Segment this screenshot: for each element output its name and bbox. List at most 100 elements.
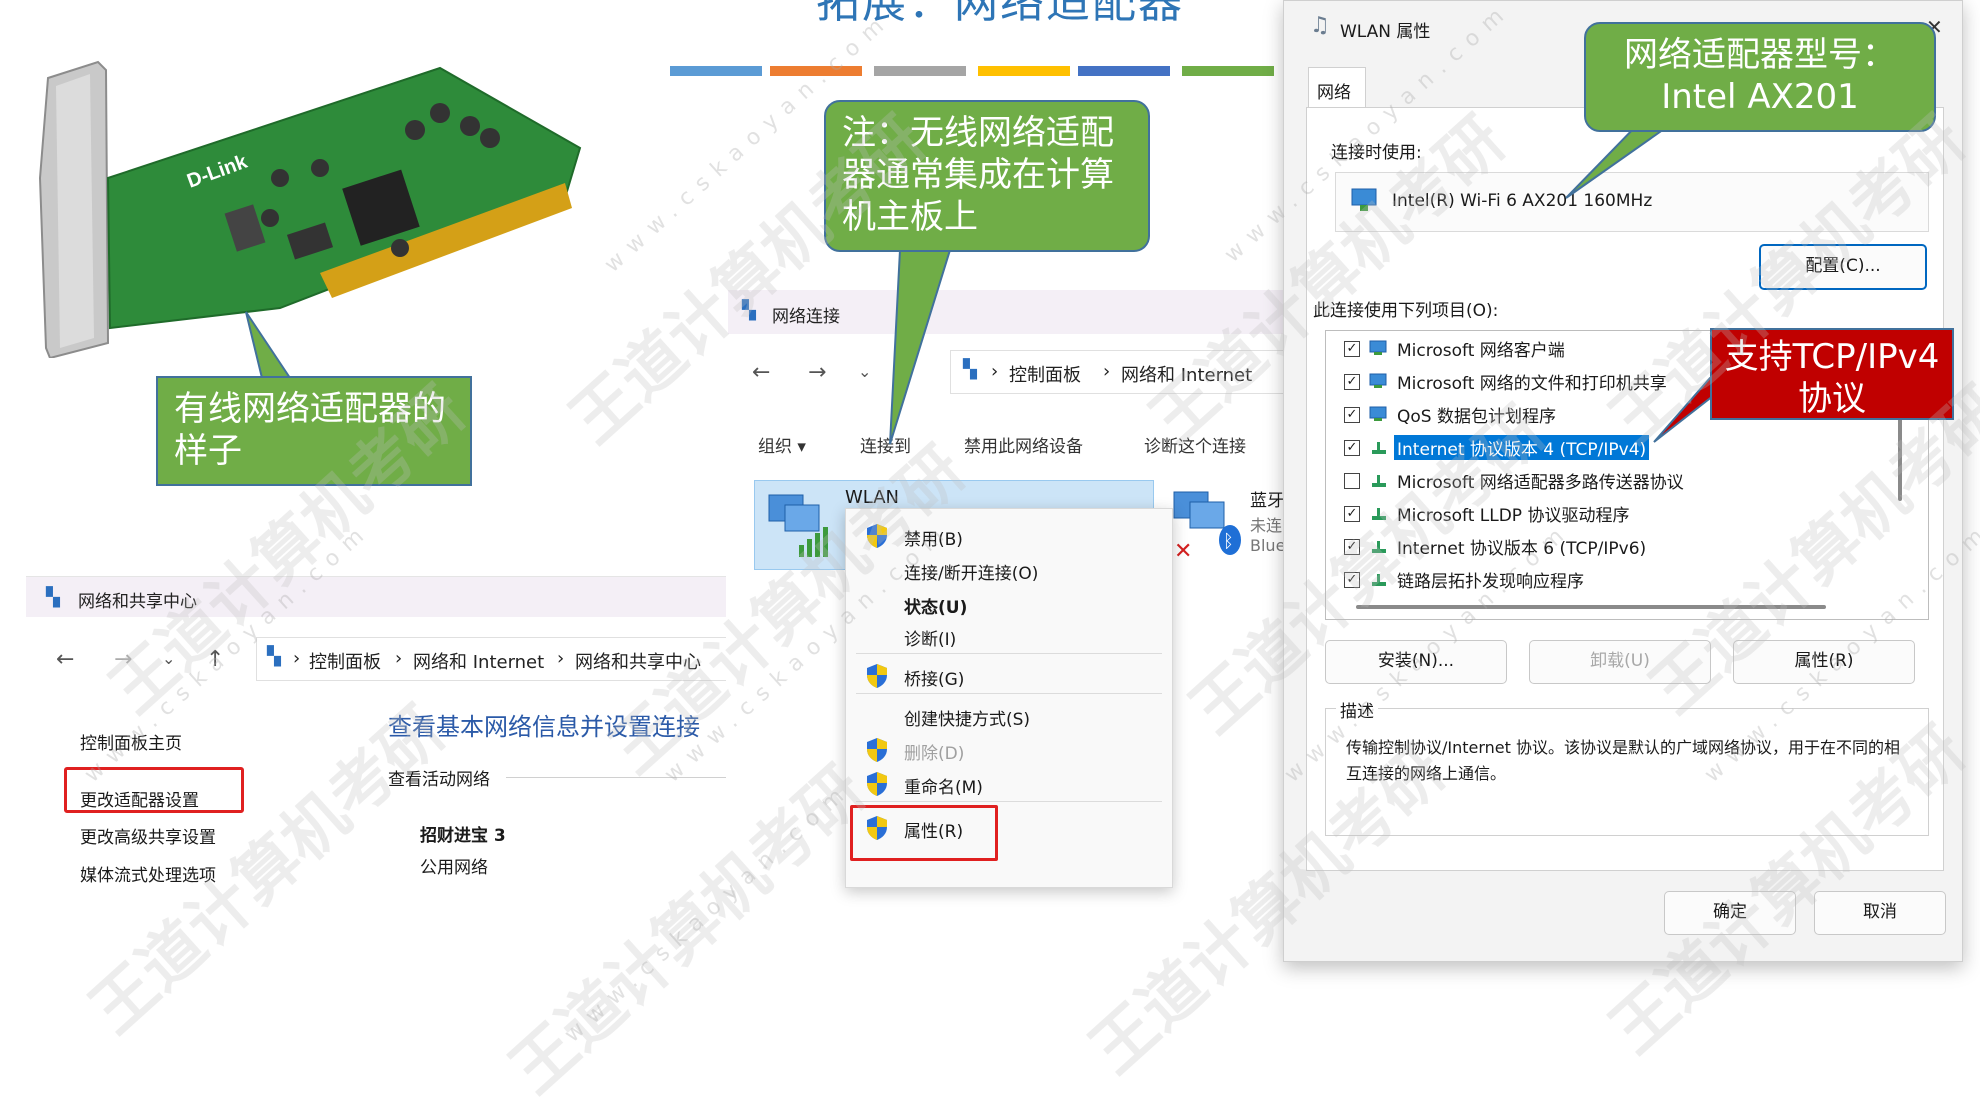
checkbox-checked[interactable]: ✓ <box>1344 407 1360 423</box>
configure-button[interactable]: 配置(C)... <box>1759 244 1927 290</box>
checkbox-checked[interactable]: ✓ <box>1344 374 1360 390</box>
active-networks-rule <box>506 777 726 778</box>
install-button[interactable]: 安装(N)... <box>1325 640 1507 684</box>
up-arrow-icon[interactable]: ↑ <box>206 647 224 672</box>
forward-arrow-icon[interactable]: → <box>114 647 132 672</box>
net-conn-title: 网络连接 <box>772 307 840 327</box>
tab-network[interactable]: 网络 <box>1308 67 1366 109</box>
link-change-adapter-settings[interactable]: 更改适配器设置 <box>80 786 199 811</box>
svg-text:✕: ✕ <box>1174 539 1192 560</box>
address-bar[interactable]: ▚ › 控制面板 › 网络和 Internet <box>950 350 1288 394</box>
description-label: 描述 <box>1336 697 1378 722</box>
component-list-label: Internet 协议版本 6 (TCP/IPv6) <box>1397 539 1647 559</box>
wlan-dialog-title: WLAN 属性 <box>1340 22 1431 42</box>
tab-network-label: 网络 <box>1317 83 1351 103</box>
toolbar-diagnose[interactable]: 诊断这个连接 <box>1144 432 1246 457</box>
callout-integrated-pointer <box>889 249 952 445</box>
network-client-icon <box>1369 373 1387 388</box>
pcb-board <box>106 66 582 330</box>
breadcrumb-sep-icon: › <box>557 648 565 669</box>
control-panel-icon: ▚ <box>267 646 281 667</box>
breadcrumb-control-panel[interactable]: 控制面板 <box>309 648 381 674</box>
wifi-adapter-icon <box>768 494 828 557</box>
checkbox-unchecked[interactable] <box>1344 473 1360 489</box>
component-list-label: 链路层拓扑发现响应程序 <box>1397 572 1584 592</box>
callout-integrated-nic: 注：无线网络适配器通常集成在计算机主板上 <box>824 100 1150 252</box>
tab-panel: 连接时使用: Intel(R) Wi-Fi 6 AX201 160MHz 配置(… <box>1306 107 1944 871</box>
breadcrumb-network-internet[interactable]: 网络和 Internet <box>413 648 544 674</box>
ok-button[interactable]: 确定 <box>1664 891 1796 935</box>
link-control-panel-home[interactable]: 控制面板主页 <box>80 729 182 754</box>
callout-model-pointer <box>1565 121 1678 199</box>
checkbox-checked[interactable]: ✓ <box>1344 539 1360 555</box>
component-list-label: Microsoft 网络的文件和打印机共享 <box>1397 374 1667 394</box>
toolbar-organize[interactable]: 组织 ▾ <box>758 432 806 457</box>
component-list-label: Microsoft 网络适配器多路传送器协议 <box>1397 473 1684 493</box>
component-list-label: Microsoft LLDP 协议驱动程序 <box>1397 506 1630 526</box>
menu-item[interactable]: 连接/断开连接(O) <box>904 559 1038 584</box>
menu-item[interactable]: 诊断(I) <box>904 625 956 650</box>
menu-item: 删除(D) <box>904 744 965 764</box>
menu-item[interactable]: 桥接(G) <box>904 665 964 690</box>
context-menu: 禁用(B) 连接/断开连接(O) 状态(U) 诊断(I) 桥接(G) 创建快捷方式(S) 删… <box>845 508 1173 888</box>
checkbox-checked[interactable]: ✓ <box>1344 572 1360 588</box>
link-advanced-sharing[interactable]: 更改高级共享设置 <box>80 823 216 848</box>
uac-shield-icon <box>867 772 887 796</box>
component-list-label: Internet 协议版本 4 (TCP/IPv4) <box>1394 435 1650 460</box>
bluetooth-status: 未连 <box>1250 516 1283 535</box>
sharing-center-title: 网络和共享中心 <box>78 592 197 612</box>
sharing-center-heading: 查看基本网络信息并设置连接 <box>388 713 700 741</box>
callout-tcp-text: 支持TCP/IPv4协议 <box>1724 337 1940 419</box>
network-protocol-icon <box>1372 574 1386 586</box>
breadcrumb-sharing-center[interactable]: 网络和共享中心 <box>575 648 701 674</box>
bluetooth-device: Blue <box>1250 536 1286 555</box>
breadcrumb-sep-icon: › <box>395 648 403 669</box>
uac-shield-icon <box>867 738 887 762</box>
uninstall-button: 卸载(U) <box>1529 640 1711 684</box>
link-media-streaming[interactable]: 媒体流式处理选项 <box>80 861 216 886</box>
menu-item[interactable]: 禁用(B) <box>904 525 963 550</box>
network-protocol-icon <box>1372 475 1386 487</box>
callout-wired-text: 有线网络适配器的样子 <box>174 389 446 471</box>
checkbox-checked[interactable]: ✓ <box>1344 440 1360 456</box>
item-properties-button[interactable]: 属性(R) <box>1733 640 1915 684</box>
recent-chevron-icon[interactable]: ⌄ <box>162 649 175 668</box>
wlan-dialog-icon: ♫ <box>1310 13 1330 38</box>
menu-separator <box>856 693 1162 694</box>
forward-arrow-icon[interactable]: → <box>808 360 826 385</box>
address-bar[interactable]: ▚ › 控制面板 › 网络和 Internet › 网络和共享中心 <box>256 637 726 681</box>
bluetooth-adapter-icon: ✕ ᛒ <box>1173 491 1241 560</box>
breadcrumb-network-internet[interactable]: 网络和 Internet <box>1121 361 1252 387</box>
active-networks-label: 查看活动网络 <box>388 770 490 790</box>
title-color-bar <box>670 66 762 76</box>
wlan-adapter-label: WLAN <box>845 487 900 508</box>
breadcrumb-control-panel[interactable]: 控制面板 <box>1009 361 1081 387</box>
properties-highlight <box>850 805 998 861</box>
checkbox-checked[interactable]: ✓ <box>1344 341 1360 357</box>
menu-item[interactable]: 重命名(M) <box>904 773 983 798</box>
callout-model-text: 网络适配器型号：Intel AX201 <box>1624 35 1896 117</box>
description-text: 传输控制协议/Internet 协议。该协议是默认的广域网络协议，用于在不同的相… <box>1346 738 1901 783</box>
menu-separator <box>856 801 1162 802</box>
network-connections-icon: ▚ <box>742 300 756 321</box>
back-arrow-icon[interactable]: ← <box>752 360 770 385</box>
network-name: 招财进宝 3 <box>420 826 506 846</box>
list-hscrollbar[interactable] <box>1356 605 1826 609</box>
back-arrow-icon[interactable]: ← <box>56 647 74 672</box>
cancel-button[interactable]: 取消 <box>1814 891 1946 935</box>
breadcrumb-sep-icon: › <box>991 361 999 382</box>
callout-wired-nic: 有线网络适配器的样子 <box>156 376 472 486</box>
menu-item[interactable]: 状态(U) <box>904 593 967 618</box>
network-protocol-icon <box>1372 442 1386 454</box>
callout-wired-pointer <box>245 311 292 379</box>
checkbox-checked[interactable]: ✓ <box>1344 506 1360 522</box>
uac-shield-icon <box>867 664 887 688</box>
menu-item[interactable]: 创建快捷方式(S) <box>904 705 1030 730</box>
callout-tcp-support: 支持TCP/IPv4协议 <box>1710 328 1954 420</box>
description-group: 描述 传输控制协议/Internet 协议。该协议是默认的广域网络协议，用于在不… <box>1325 697 1929 836</box>
connect-using-label: 连接时使用: <box>1331 143 1422 163</box>
breadcrumb-sep-icon: › <box>293 648 301 669</box>
network-center-icon: ▚ <box>46 587 60 608</box>
adapter-icon <box>1351 188 1377 211</box>
title-color-bar <box>978 66 1070 76</box>
